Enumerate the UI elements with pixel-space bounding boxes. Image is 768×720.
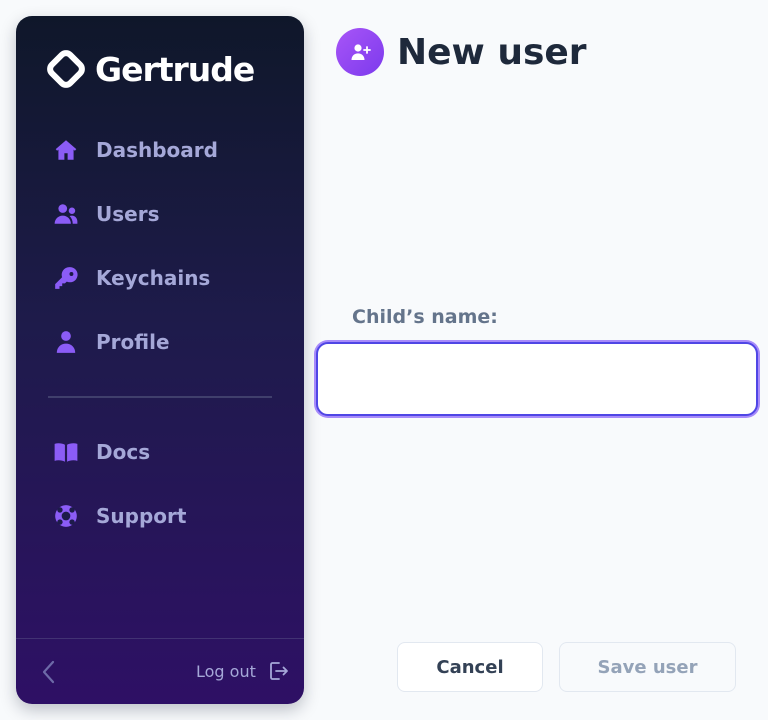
sidebar-item-dashboard[interactable]: Dashboard [52, 134, 218, 166]
logout-button[interactable]: Log out [196, 659, 290, 683]
sidebar-item-label: Profile [96, 330, 170, 354]
brand[interactable]: Gertrude [46, 48, 255, 90]
sidebar-divider [48, 396, 272, 398]
chevron-left-icon [42, 660, 55, 684]
key-icon [52, 264, 80, 292]
lifebuoy-icon [52, 502, 80, 530]
sidebar-item-label: Keychains [96, 266, 211, 290]
sidebar: Gertrude Dashboard Users Keychains Profi… [16, 16, 304, 704]
home-icon [52, 136, 80, 164]
logout-icon [269, 662, 288, 680]
sidebar-item-profile[interactable]: Profile [52, 326, 170, 358]
child-name-label: Child’s name: [352, 306, 498, 328]
user-plus-icon [336, 28, 384, 76]
page-header: New user [336, 28, 587, 76]
sidebar-item-keychains[interactable]: Keychains [52, 262, 210, 294]
sidebar-item-support[interactable]: Support [52, 500, 186, 532]
book-icon [52, 438, 80, 466]
sidebar-item-label: Dashboard [96, 138, 218, 162]
gertrude-logo-icon [47, 50, 85, 88]
sidebar-item-label: Users [96, 202, 160, 226]
child-name-input[interactable] [316, 342, 758, 416]
sidebar-item-users[interactable]: Users [52, 198, 159, 230]
save-user-button[interactable]: Save user [559, 642, 736, 692]
page-title: New user [397, 31, 587, 73]
user-icon [52, 328, 80, 356]
brand-name: Gertrude [95, 49, 255, 89]
cancel-button[interactable]: Cancel [397, 642, 543, 692]
sidebar-item-docs[interactable]: Docs [52, 436, 150, 468]
sidebar-item-label: Support [96, 504, 187, 528]
sidebar-item-label: Docs [96, 440, 151, 464]
logout-label: Log out [196, 661, 256, 681]
sidebar-footer: Log out [16, 638, 304, 704]
collapse-sidebar-button[interactable] [38, 659, 60, 685]
users-icon [52, 200, 80, 228]
